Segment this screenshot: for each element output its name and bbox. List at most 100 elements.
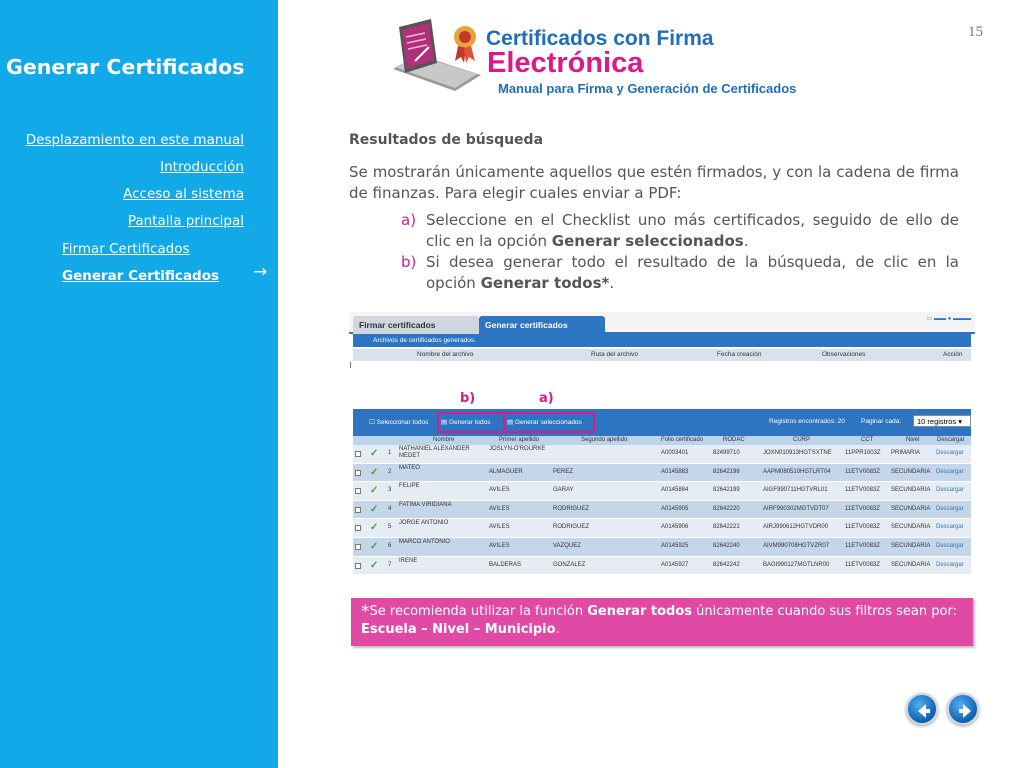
current-page-arrow-icon: →	[253, 262, 268, 282]
header-title-line2: Electrónica	[487, 47, 644, 79]
cell-desc[interactable]: Descargar	[936, 487, 964, 493]
row-checkbox[interactable]	[355, 562, 361, 569]
sidebar-nav: Desplazamiento en este manual Introducci…	[26, 132, 244, 240]
sidebar-title: Generar Certificados	[6, 55, 245, 79]
cell-nivel: SECUNDARIA	[891, 505, 931, 512]
nav-link-desplazamiento[interactable]: Desplazamiento en este manual	[26, 132, 244, 159]
cell-n: 1	[388, 450, 392, 456]
cell-ap2: RODRIGUEZ	[553, 505, 589, 512]
row-checkbox[interactable]	[355, 525, 361, 532]
nav-link-firmar[interactable]: Firmar Certificados	[62, 241, 219, 268]
row-checkbox[interactable]	[355, 543, 361, 550]
col-segundo-apellido: Segundo apellido	[581, 437, 628, 443]
sidebar: Generar Certificados Desplazamiento en e…	[0, 0, 278, 768]
cell-folio: A0145925	[661, 542, 689, 549]
table-row[interactable]: ✓ 4 FATIMA VIRIDIANA AVILES RODRIGUEZ A014590…	[353, 500, 971, 520]
signed-check-icon: ✓	[370, 466, 379, 478]
cell-folio: A0145884	[661, 487, 689, 494]
signed-check-icon: ✓	[370, 559, 379, 571]
nav-link-acceso[interactable]: Acceso al sistema	[26, 186, 244, 213]
intro-paragraph: Se mostrarán únicamente aquellos que est…	[349, 163, 959, 202]
table-row[interactable]: ✓ 3 FELIPE AVILES GARAY A0145884 82642199 AIGF9…	[353, 482, 971, 501]
instruction-list: a) Seleccione en el Checklist uno más ce…	[401, 210, 959, 294]
nav-link-generar[interactable]: Generar Certificados	[62, 268, 219, 295]
generated-files-bar: Archivos de certificados generados.	[353, 334, 971, 347]
cell-cct: 11ETV0083Z	[845, 561, 880, 568]
select-all-checkbox[interactable]: ☐ Seleccionar todos	[369, 418, 428, 426]
cell-desc[interactable]: Descargar	[936, 543, 964, 549]
note-asterisk: *	[361, 602, 370, 622]
cell-desc[interactable]: Descargar	[936, 506, 964, 512]
cell-desc[interactable]: Descargar	[936, 562, 964, 568]
col-nombre-archivo: Nombre del archivo	[417, 351, 474, 358]
cell-nombre: NATHANIEL ALEXANDER MEDET	[399, 446, 470, 459]
previous-page-button[interactable]	[906, 693, 938, 725]
signed-check-icon: ✓	[370, 448, 379, 459]
col-rodac: RODAC	[723, 437, 745, 443]
cell-rodac: 82642198	[713, 468, 740, 475]
col-folio: Folio certificado	[661, 437, 704, 443]
row-checkbox[interactable]	[355, 451, 361, 457]
generated-files-header: Nombre del archivo Ruta del archivo Fech…	[353, 349, 971, 361]
cell-ap2: GARAY	[553, 487, 574, 494]
laptop-certificate-logo	[393, 19, 481, 91]
cell-cct: 11PPR1003Z	[845, 450, 881, 456]
cell-rodac: 82642220	[713, 505, 740, 512]
cell-ap1: AVILES	[489, 505, 510, 512]
callout-label-a: a)	[539, 391, 554, 406]
table-row[interactable]: ✓ 7 IRENE BALDERAS GONZALEZ A0145927 82642242 B…	[353, 556, 971, 576]
recommendation-note: *Se recomienda utilizar la función Gener…	[351, 598, 973, 646]
cell-ap1: AVILES	[489, 487, 510, 494]
table-row[interactable]: ✓ 2 MATEO ALMAGUER PEREZ A0145883 82642198 AAPM…	[353, 463, 971, 483]
row-checkbox[interactable]	[355, 488, 361, 495]
cell-nombre: FELIPE	[399, 483, 420, 490]
table-row[interactable]: ✓ 1 NATHANIEL ALEXANDER MEDET JOSLYN-O'ROUR…	[353, 445, 971, 464]
cell-curp: AAPM080510HGTLRT04	[763, 468, 831, 475]
results-grid-header: Nombre Primer apellido Segundo apellido …	[353, 436, 971, 445]
nav-link-introduccion[interactable]: Introducción	[26, 159, 244, 186]
section-title: Resultados de búsqueda	[349, 132, 544, 148]
col-ruta-archivo: Ruta del archivo	[591, 351, 638, 358]
nav-link-pantalla-principal[interactable]: Pantalla principal	[26, 213, 244, 240]
signed-check-icon: ✓	[370, 485, 379, 497]
cell-desc[interactable]: Descargar	[936, 469, 964, 475]
row-checkbox[interactable]	[355, 506, 361, 513]
cell-n: 5	[388, 524, 392, 531]
cell-curp: AIRF990302MGTVDT07	[763, 505, 829, 512]
cell-cct: 11ETV0083Z	[845, 505, 880, 512]
cell-nombre: MARCO ANTONIO	[399, 538, 450, 545]
tab-generar[interactable]: Generar certificados	[479, 316, 605, 334]
list-letter: a)	[401, 211, 417, 229]
cell-desc[interactable]: Descargar	[936, 524, 964, 530]
cell-folio: A0003401	[661, 450, 689, 456]
table-row[interactable]: ✓ 5 JORGE ANTONIO AVILES RODRIGUEZ A0145906 82…	[353, 519, 971, 538]
cell-cct: 11ETV0083Z	[845, 487, 880, 494]
list-item-a: a) Seleccione en el Checklist uno más ce…	[401, 210, 959, 252]
table-row[interactable]: ✓ 6 MARCO ANTONIO AVILES VAZQUEZ A0145925 8264…	[353, 537, 971, 557]
next-page-button[interactable]	[947, 693, 979, 725]
cell-ap1: AVILES	[489, 524, 510, 531]
sidebar-subnav: Firmar Certificados Generar Certificados	[62, 241, 219, 295]
divider	[350, 362, 351, 368]
header-mini-links-icon[interactable]: ▭ ▬▬ ● ▬▬▬	[927, 315, 971, 322]
cell-ap2: GONZALEZ	[553, 561, 586, 568]
cell-ap2: RODRIGUEZ	[553, 524, 589, 531]
col-curp: CURP	[793, 437, 811, 443]
cell-rodac: 82642240	[713, 542, 740, 549]
arrow-left-icon	[918, 704, 930, 718]
list-text-post: .	[609, 274, 615, 292]
cell-curp: AIGF990711HGTVRL01	[763, 487, 828, 494]
note-pre: Se recomienda utilizar la función	[369, 604, 588, 619]
cell-cct: 11ETV0083Z	[845, 524, 880, 531]
cell-nivel: SECUNDARIA	[891, 468, 931, 475]
tab-firmar[interactable]: Firmar certificados	[353, 316, 479, 334]
row-checkbox[interactable]	[355, 469, 361, 476]
cell-nombre: MATEO	[399, 464, 420, 471]
col-observaciones: Observaciones	[822, 351, 866, 358]
cell-desc[interactable]: Descargar	[936, 450, 964, 456]
list-text: Seleccione en el Checklist uno más certi…	[426, 210, 959, 252]
cell-curp: JOXN010913HGTSXTNE	[763, 450, 832, 456]
app-screenshot: Firmar certificados Generar certificados…	[349, 312, 975, 576]
cell-n: 4	[388, 505, 392, 512]
per-page-select[interactable]: 10 registros ▾	[913, 415, 971, 427]
